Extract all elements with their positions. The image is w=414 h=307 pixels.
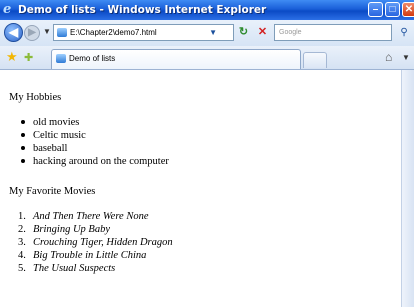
search-icon: ⚲ — [400, 27, 408, 38]
refresh-icon: ↻ — [238, 26, 249, 38]
window-title: Demo of lists - Windows Internet Explore… — [18, 4, 267, 16]
stop-icon: ✕ — [257, 26, 268, 38]
address-text: E:\Chapter2\demo7.html — [70, 28, 157, 37]
minimize-button[interactable]: – — [368, 2, 383, 17]
list-number: 3. — [18, 237, 26, 248]
list-item: Celtic music — [18, 129, 169, 142]
favorites-star-icon[interactable]: ★ — [6, 50, 18, 64]
list-item: 2. Bringing Up Baby — [18, 223, 173, 236]
back-button[interactable]: ◀ — [4, 23, 23, 42]
refresh-button[interactable]: ↻ — [236, 25, 251, 40]
add-favorites-icon[interactable]: ✚ — [24, 51, 33, 65]
search-button[interactable]: ⚲ — [396, 25, 412, 40]
list-number: 1. — [18, 211, 26, 222]
page-icon — [56, 54, 66, 63]
close-button[interactable]: ✕ — [402, 2, 414, 17]
movie-title: Crouching Tiger, Hidden Dragon — [33, 237, 173, 248]
recent-pages-dropdown-icon[interactable]: ▼ — [43, 27, 51, 36]
page-icon — [57, 28, 67, 37]
home-icon[interactable]: ⌂ — [385, 50, 392, 64]
browser-window: e Demo of lists - Windows Internet Explo… — [0, 0, 414, 307]
list-item: 3. Crouching Tiger, Hidden Dragon — [18, 236, 173, 249]
list-item: baseball — [18, 142, 169, 155]
list-item: 4. Big Trouble in Little China — [18, 249, 173, 262]
list-item: 1. And Then There Were None — [18, 210, 173, 223]
search-input[interactable]: Google — [274, 24, 392, 41]
list-item: 5. The Usual Suspects — [18, 262, 173, 275]
ie-logo-icon: e — [3, 2, 12, 17]
forward-arrow-icon: ▶ — [28, 27, 36, 38]
hobbies-list: old movies Celtic music baseball hacking… — [18, 116, 169, 168]
home-dropdown-icon[interactable]: ▼ — [402, 53, 410, 62]
page-content: My Hobbies old movies Celtic music baseb… — [0, 70, 401, 307]
stop-button[interactable]: ✕ — [255, 25, 270, 40]
movies-heading: My Favorite Movies — [9, 186, 96, 197]
list-item: hacking around on the computer — [18, 155, 169, 168]
new-tab-button[interactable] — [303, 52, 327, 68]
movies-list: 1. And Then There Were None 2. Bringing … — [18, 210, 173, 275]
movie-title: Bringing Up Baby — [33, 224, 110, 235]
tab-bar: ★ ✚ Demo of lists ⌂ ▼ — [0, 46, 414, 70]
forward-button[interactable]: ▶ — [24, 25, 40, 41]
address-bar[interactable]: E:\Chapter2\demo7.html ▼ — [53, 24, 234, 41]
movie-title: Big Trouble in Little China — [33, 250, 147, 261]
title-bar: e Demo of lists - Windows Internet Explo… — [0, 0, 414, 20]
address-dropdown-icon[interactable]: ▼ — [209, 25, 217, 40]
back-arrow-icon: ◀ — [8, 25, 19, 39]
hobbies-heading: My Hobbies — [9, 92, 62, 103]
vertical-scrollbar[interactable] — [401, 70, 414, 307]
movie-title: The Usual Suspects — [33, 263, 116, 274]
list-item: old movies — [18, 116, 169, 129]
maximize-button[interactable]: □ — [385, 2, 400, 17]
list-number: 2. — [18, 224, 26, 235]
tab-demo-of-lists[interactable]: Demo of lists — [51, 49, 301, 69]
address-toolbar: ◀ ▶ ▼ E:\Chapter2\demo7.html ▼ ↻ ✕ Googl… — [0, 20, 414, 46]
tab-label: Demo of lists — [69, 54, 116, 63]
list-number: 5. — [18, 263, 26, 274]
movie-title: And Then There Were None — [33, 211, 149, 222]
list-number: 4. — [18, 250, 26, 261]
